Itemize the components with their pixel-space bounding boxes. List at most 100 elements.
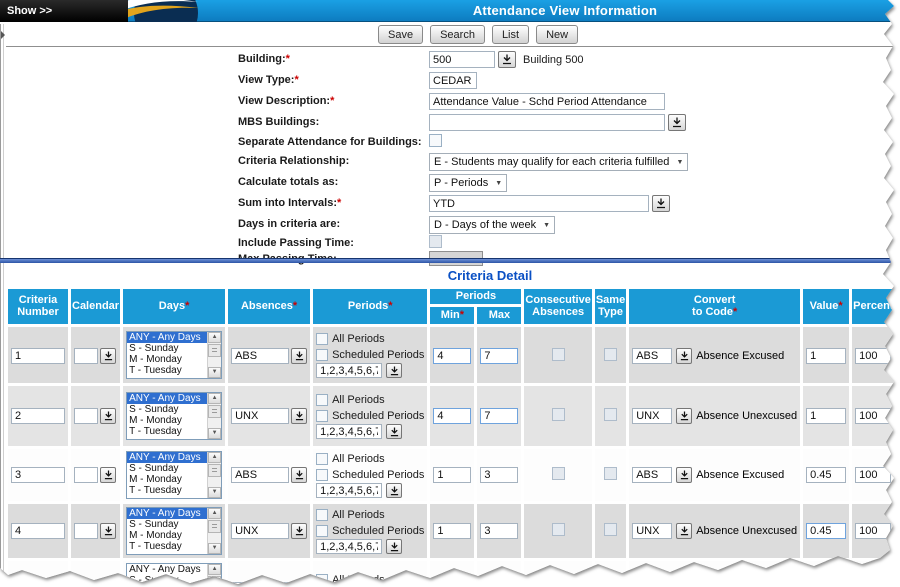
days-listbox[interactable]: ANY - Any Days S - Sunday M - Monday T -… [126,507,222,555]
absence-code-input[interactable] [231,348,289,364]
all-periods-checkbox[interactable] [316,509,328,521]
scroll-down-icon[interactable]: ▼ [208,487,221,498]
new-button[interactable]: New [536,25,578,44]
value-input[interactable] [806,582,846,587]
calendar-input[interactable] [74,467,98,483]
days-in-criteria-select[interactable]: D - Days of the week [429,216,555,234]
days-option-sunday[interactable]: S - Sunday [127,343,207,354]
absence-code-input[interactable] [231,408,289,424]
percent-input[interactable] [855,523,891,539]
convert-code-input[interactable] [632,523,672,539]
percent-input[interactable] [855,408,891,424]
convert-code-lookup-button[interactable] [676,582,692,587]
criteria-number-input[interactable] [11,467,65,483]
criteria-number-input[interactable] [11,408,65,424]
mbs-buildings-input[interactable] [429,114,665,131]
scheduled-periods-checkbox[interactable] [316,410,328,422]
days-listbox[interactable]: ANY - Any Days S - Sunday M - Monday T -… [126,563,222,587]
view-description-input[interactable] [429,93,665,110]
max-periods-input[interactable] [480,348,518,364]
calendar-lookup-button[interactable] [100,582,116,587]
calendar-input[interactable] [74,523,98,539]
min-periods-input[interactable] [433,467,471,483]
criteria-number-input[interactable] [11,348,65,364]
calendar-lookup-button[interactable] [100,467,116,483]
view-type-input[interactable] [429,72,477,89]
value-input[interactable] [806,408,846,424]
absence-code-input[interactable] [231,523,289,539]
min-periods-input[interactable] [433,523,471,539]
scroll-down-icon[interactable]: ▼ [208,428,221,439]
criteria-number-input[interactable] [11,582,65,587]
listbox-scrollbar[interactable]: ▲▼ [207,508,221,554]
absence-lookup-button[interactable] [291,467,307,483]
periods-list-input[interactable] [316,424,382,439]
all-periods-checkbox[interactable] [316,453,328,465]
percent-input[interactable] [855,467,891,483]
listbox-scrollbar[interactable]: ▲▼ [207,393,221,439]
scroll-down-icon[interactable]: ▼ [208,543,221,554]
convert-code-input[interactable] [632,348,672,364]
scroll-thumb[interactable] [208,576,221,587]
convert-code-input[interactable] [632,467,672,483]
frame-grip-icon[interactable] [1,31,5,39]
building-input[interactable] [429,51,495,68]
save-button[interactable]: Save [378,25,423,44]
days-option-any[interactable]: ANY - Any Days [127,332,207,343]
separate-attendance-checkbox[interactable] [429,134,442,147]
absence-lookup-button[interactable] [291,582,307,587]
scroll-thumb[interactable] [208,464,221,477]
absence-lookup-button[interactable] [291,408,307,424]
periods-lookup-button[interactable] [386,539,402,554]
value-input[interactable] [806,523,846,539]
min-periods-input[interactable] [433,582,471,587]
absence-code-input[interactable] [231,582,289,587]
calendar-input[interactable] [74,348,98,364]
periods-list-input[interactable] [316,363,382,378]
max-periods-input[interactable] [480,408,518,424]
scroll-up-icon[interactable]: ▲ [208,452,221,463]
mbs-buildings-lookup-button[interactable] [668,114,686,131]
scheduled-periods-checkbox[interactable] [316,525,328,537]
min-periods-input[interactable] [433,408,471,424]
show-panel-button[interactable]: Show >> [0,0,128,22]
value-input[interactable] [806,467,846,483]
building-lookup-button[interactable] [498,51,516,68]
scroll-up-icon[interactable]: ▲ [208,393,221,404]
convert-code-lookup-button[interactable] [676,348,692,364]
scroll-up-icon[interactable]: ▲ [208,332,221,343]
percent-input[interactable] [855,348,891,364]
calendar-input[interactable] [74,408,98,424]
scroll-thumb[interactable] [208,520,221,533]
days-option-monday[interactable]: M - Monday [127,354,207,365]
calculate-totals-select[interactable]: P - Periods [429,174,507,192]
convert-code-input[interactable] [632,408,672,424]
convert-code-lookup-button[interactable] [676,523,692,539]
absence-lookup-button[interactable] [291,348,307,364]
list-button[interactable]: List [492,25,529,44]
convert-code-input[interactable] [632,582,672,587]
all-periods-checkbox[interactable] [316,394,328,406]
sum-intervals-input[interactable] [429,195,649,212]
listbox-scrollbar[interactable]: ▲▼ [207,452,221,498]
scroll-up-icon[interactable]: ▲ [208,564,221,575]
scroll-thumb[interactable] [208,405,221,418]
scroll-down-icon[interactable]: ▼ [208,367,221,378]
scroll-thumb[interactable] [208,344,221,357]
days-listbox[interactable]: ANY - Any Days S - Sunday M - Monday T -… [126,392,222,440]
calendar-input[interactable] [74,582,98,587]
days-listbox[interactable]: ANY - Any Days S - Sunday M - Monday T -… [126,451,222,499]
scroll-up-icon[interactable]: ▲ [208,508,221,519]
criteria-number-input[interactable] [11,523,65,539]
percent-input[interactable] [855,582,891,587]
all-periods-checkbox[interactable] [316,574,328,586]
convert-code-lookup-button[interactable] [676,408,692,424]
periods-lookup-button[interactable] [386,363,402,378]
listbox-scrollbar[interactable]: ▲▼ [207,564,221,587]
calendar-lookup-button[interactable] [100,523,116,539]
max-periods-input[interactable] [480,467,518,483]
min-periods-input[interactable] [433,348,471,364]
scheduled-periods-checkbox[interactable] [316,469,328,481]
value-input[interactable] [806,348,846,364]
periods-lookup-button[interactable] [386,424,402,439]
